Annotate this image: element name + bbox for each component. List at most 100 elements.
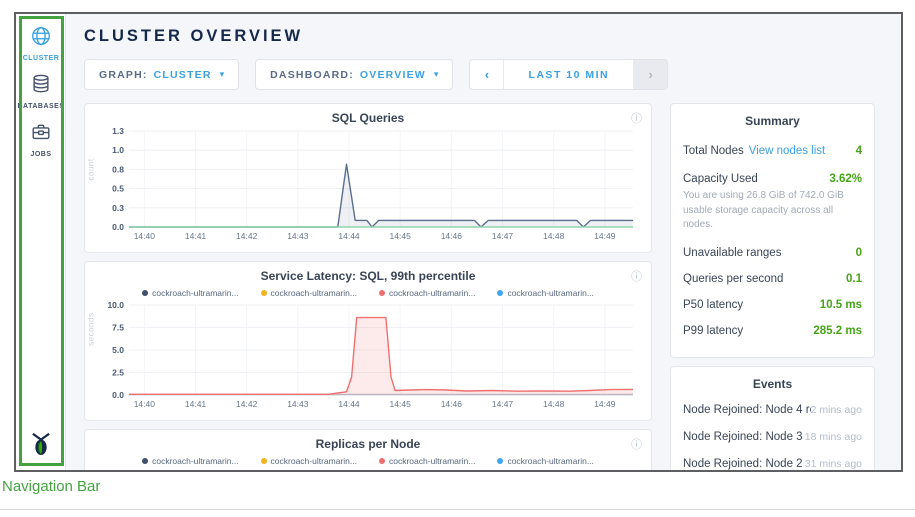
charts-column: SQL Queries ⓘ count 14:4014:4114:4214:43… [84,103,652,472]
svg-text:14:49: 14:49 [594,231,616,241]
summary-panel: Summary Total NodesView nodes list 4 Cap… [670,103,875,358]
summary-value: 10.5 ms [820,299,862,311]
svg-text:0.0: 0.0 [112,222,124,232]
legend-label: cockroach-ultramarin... [152,456,238,466]
time-range-picker: ‹ LAST 10 MIN › [469,59,668,90]
graph-dropdown-value: CLUSTER [154,69,212,81]
legend-label: cockroach-ultramarin... [389,456,475,466]
event-row[interactable]: Node Rejoined: Node 4 rej... 2 mins ago [683,404,862,416]
legend-label: cockroach-ultramarin... [507,456,593,466]
sql-queries-chart-card: SQL Queries ⓘ count 14:4014:4114:4214:43… [84,103,652,253]
summary-label: Total Nodes [683,145,744,157]
svg-text:14:45: 14:45 [390,399,412,409]
replicas-per-node-chart: 14:4014:4114:4214:4314:4414:4514:4614:47… [93,467,641,472]
sidebar-item-jobs[interactable]: JOBS [16,110,66,158]
event-message: Node Rejoined: Node 2 rej... [683,458,805,470]
time-prev-button[interactable]: ‹ [470,60,504,89]
cockroachdb-logo [16,431,66,462]
database-icon [30,73,52,100]
chart-plot-area: count 14:4014:4114:4214:4314:4414:4514:4… [93,125,643,248]
chart-plot-area: seconds 14:4014:4114:4214:4314:4414:4514… [93,299,643,416]
navigation-bar: CLUSTER DATABASES JOBS [16,14,66,470]
dashboard-dropdown[interactable]: DASHBOARD: OVERVIEW ▾ [255,59,453,90]
svg-text:14:40: 14:40 [134,399,156,409]
sidebar-item-databases[interactable]: DATABASES [16,62,66,110]
main-content: CLUSTER OVERVIEW GRAPH: CLUSTER ▾ DASHBO… [66,14,901,470]
summary-label: P50 latency [683,299,743,311]
graph-dropdown[interactable]: GRAPH: CLUSTER ▾ [84,59,239,90]
page-title: CLUSTER OVERVIEW [84,27,901,46]
svg-text:14:49: 14:49 [594,399,616,409]
legend-item: cockroach-ultramarin... [379,286,475,299]
time-next-button: › [633,60,667,89]
chevron-down-icon: ▾ [434,69,439,80]
replicas-per-node-chart-card: Replicas per Node ⓘ cockroach-ultramarin… [84,429,652,472]
view-nodes-list-link[interactable]: View nodes list [749,145,826,157]
right-column: Summary Total NodesView nodes list 4 Cap… [670,103,875,472]
svg-text:0.0: 0.0 [112,390,124,400]
summary-value: 4 [856,145,862,157]
events-panel: Events Node Rejoined: Node 4 rej... 2 mi… [670,366,875,473]
summary-label: Unavailable ranges [683,247,781,259]
legend-dot [497,458,503,464]
svg-text:14:46: 14:46 [441,399,463,409]
legend-item: cockroach-ultramarin... [142,454,238,467]
summary-row-total-nodes: Total Nodes View nodes list 4 [683,141,862,159]
svg-text:14:46: 14:46 [441,231,463,241]
svg-text:14:42: 14:42 [236,231,258,241]
chart-title: SQL Queries [93,111,643,125]
info-icon[interactable]: ⓘ [631,436,642,452]
svg-text:0.3: 0.3 [112,203,124,213]
sidebar-item-cluster[interactable]: CLUSTER [16,14,66,62]
svg-text:14:43: 14:43 [287,399,309,409]
legend-dot [142,290,148,296]
summary-value: 0.1 [846,273,862,285]
y-axis-unit-label: count [87,158,96,180]
service-latency-chart-card: Service Latency: SQL, 99th percentile ⓘ … [84,261,652,421]
screenshot-stage: CLUSTER DATABASES JOBS [0,0,915,517]
summary-value: 285.2 ms [813,325,862,337]
dashboard-content: SQL Queries ⓘ count 14:4014:4114:4214:43… [84,103,901,472]
legend-item: cockroach-ultramarin... [261,454,357,467]
chart-legend: cockroach-ultramarin... cockroach-ultram… [93,454,643,467]
event-row[interactable]: Node Rejoined: Node 2 rej... 31 mins ago [683,458,862,470]
event-time: 18 mins ago [805,431,862,443]
chart-legend: cockroach-ultramarin... cockroach-ultram… [93,286,643,299]
chevron-down-icon: ▾ [220,69,225,80]
globe-icon [30,25,52,52]
sidebar-item-label: CLUSTER [16,55,66,62]
sidebar-item-label: JOBS [16,151,66,158]
summary-label: P99 latency [683,325,743,337]
legend-dot [261,290,267,296]
summary-row-capacity-used: Capacity Used 3.62% [683,173,862,185]
summary-row-unavailable-ranges: Unavailable ranges 0 [683,247,862,259]
summary-label: Capacity Used [683,173,758,185]
svg-text:0.5: 0.5 [112,184,124,194]
svg-text:7.5: 7.5 [112,323,124,333]
svg-text:0.8: 0.8 [112,164,124,174]
summary-row-p50-latency: P50 latency 10.5 ms [683,299,862,311]
event-row[interactable]: Node Rejoined: Node 3 rej... 18 mins ago [683,431,862,443]
summary-label: Queries per second [683,273,783,285]
svg-text:14:48: 14:48 [543,231,565,241]
legend-dot [497,290,503,296]
event-time: 2 mins ago [811,404,862,416]
bottom-divider [0,509,915,510]
info-icon[interactable]: ⓘ [631,110,642,126]
briefcase-icon [30,121,52,148]
time-range-value[interactable]: LAST 10 MIN [504,60,633,89]
admin-ui-window: CLUSTER DATABASES JOBS [14,12,903,472]
svg-text:10.0: 10.0 [107,300,124,310]
info-icon[interactable]: ⓘ [631,268,642,284]
svg-text:14:45: 14:45 [390,231,412,241]
legend-item: cockroach-ultramarin... [379,454,475,467]
svg-text:14:40: 14:40 [134,231,156,241]
sidebar-item-label: DATABASES [16,103,66,110]
chart-title: Service Latency: SQL, 99th percentile [93,269,643,283]
legend-item: cockroach-ultramarin... [497,286,593,299]
svg-text:14:47: 14:47 [492,231,514,241]
event-message: Node Rejoined: Node 3 rej... [683,431,805,443]
legend-label: cockroach-ultramarin... [271,456,357,466]
svg-text:14:43: 14:43 [287,231,309,241]
svg-text:14:41: 14:41 [185,399,207,409]
